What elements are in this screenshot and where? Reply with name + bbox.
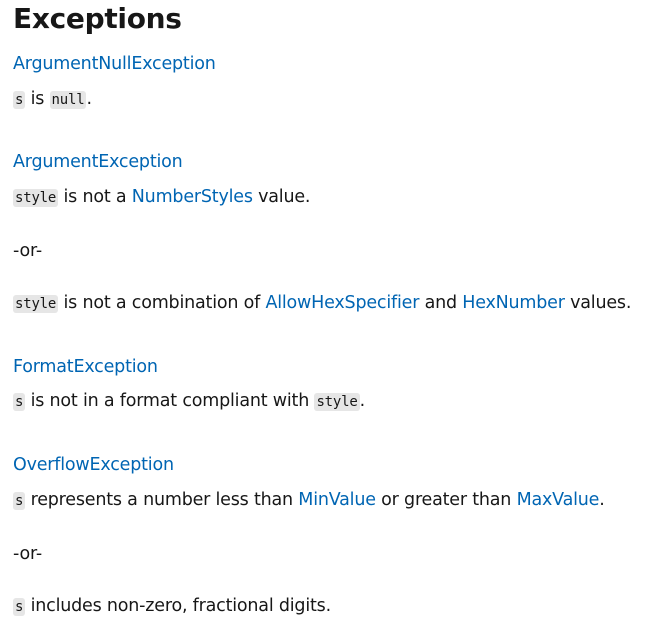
description-text: . — [599, 490, 605, 510]
exceptions-section: Exceptions ArgumentNullException s is nu… — [0, 0, 665, 638]
code-param: s — [13, 492, 26, 510]
description-text: and — [419, 293, 463, 313]
type-link-numberstyles[interactable]: NumberStyles — [132, 187, 253, 207]
section-heading: Exceptions — [13, 2, 182, 35]
description-text: values. — [564, 293, 632, 313]
description-text: is not a combination of — [58, 293, 266, 313]
type-link-maxvalue[interactable]: MaxValue — [517, 490, 600, 510]
type-link-minvalue[interactable]: MinValue — [298, 490, 376, 510]
description-text: is not in a format compliant with — [25, 391, 315, 411]
code-keyword: null — [49, 91, 87, 109]
exception-link[interactable]: ArgumentException — [13, 152, 183, 172]
exception-link[interactable]: FormatException — [13, 357, 158, 377]
exception-link-argumentexception: ArgumentException — [13, 150, 183, 174]
exception-link-formatexception: FormatException — [13, 355, 158, 379]
exception-link-argumentnullexception: ArgumentNullException — [13, 52, 216, 76]
exception-description: s is not in a format compliant with styl… — [13, 389, 365, 414]
exception-description: s includes non-zero, fractional digits. — [13, 594, 331, 619]
or-text: -or- — [13, 544, 42, 564]
description-text: includes non-zero, fractional digits. — [25, 596, 332, 616]
or-text: -or- — [13, 241, 42, 261]
type-link-hexnumber[interactable]: HexNumber — [462, 293, 565, 313]
description-text: value. — [252, 187, 311, 207]
exception-link[interactable]: ArgumentNullException — [13, 54, 216, 74]
code-param: s — [13, 91, 26, 109]
description-text: is — [25, 89, 50, 109]
description-text: is not a — [58, 187, 132, 207]
or-separator: -or- — [13, 239, 42, 263]
description-text: or greater than — [375, 490, 517, 510]
or-separator: -or- — [13, 542, 42, 566]
exception-description: s represents a number less than MinValue… — [13, 488, 605, 513]
type-link-allowhexspecifier[interactable]: AllowHexSpecifier — [265, 293, 419, 313]
code-param: s — [13, 393, 26, 411]
description-text: . — [86, 89, 92, 109]
description-text: represents a number less than — [25, 490, 299, 510]
exception-description: style is not a combination of AllowHexSp… — [13, 291, 631, 316]
exception-link-overflowexception: OverflowException — [13, 453, 174, 477]
exception-description: s is null. — [13, 87, 92, 112]
exception-description: style is not a NumberStyles value. — [13, 185, 310, 210]
code-param: s — [13, 598, 26, 616]
code-param: style — [314, 393, 360, 411]
code-param: style — [13, 295, 59, 313]
code-param: style — [13, 189, 59, 207]
description-text: . — [359, 391, 366, 411]
exception-link[interactable]: OverflowException — [13, 455, 174, 475]
